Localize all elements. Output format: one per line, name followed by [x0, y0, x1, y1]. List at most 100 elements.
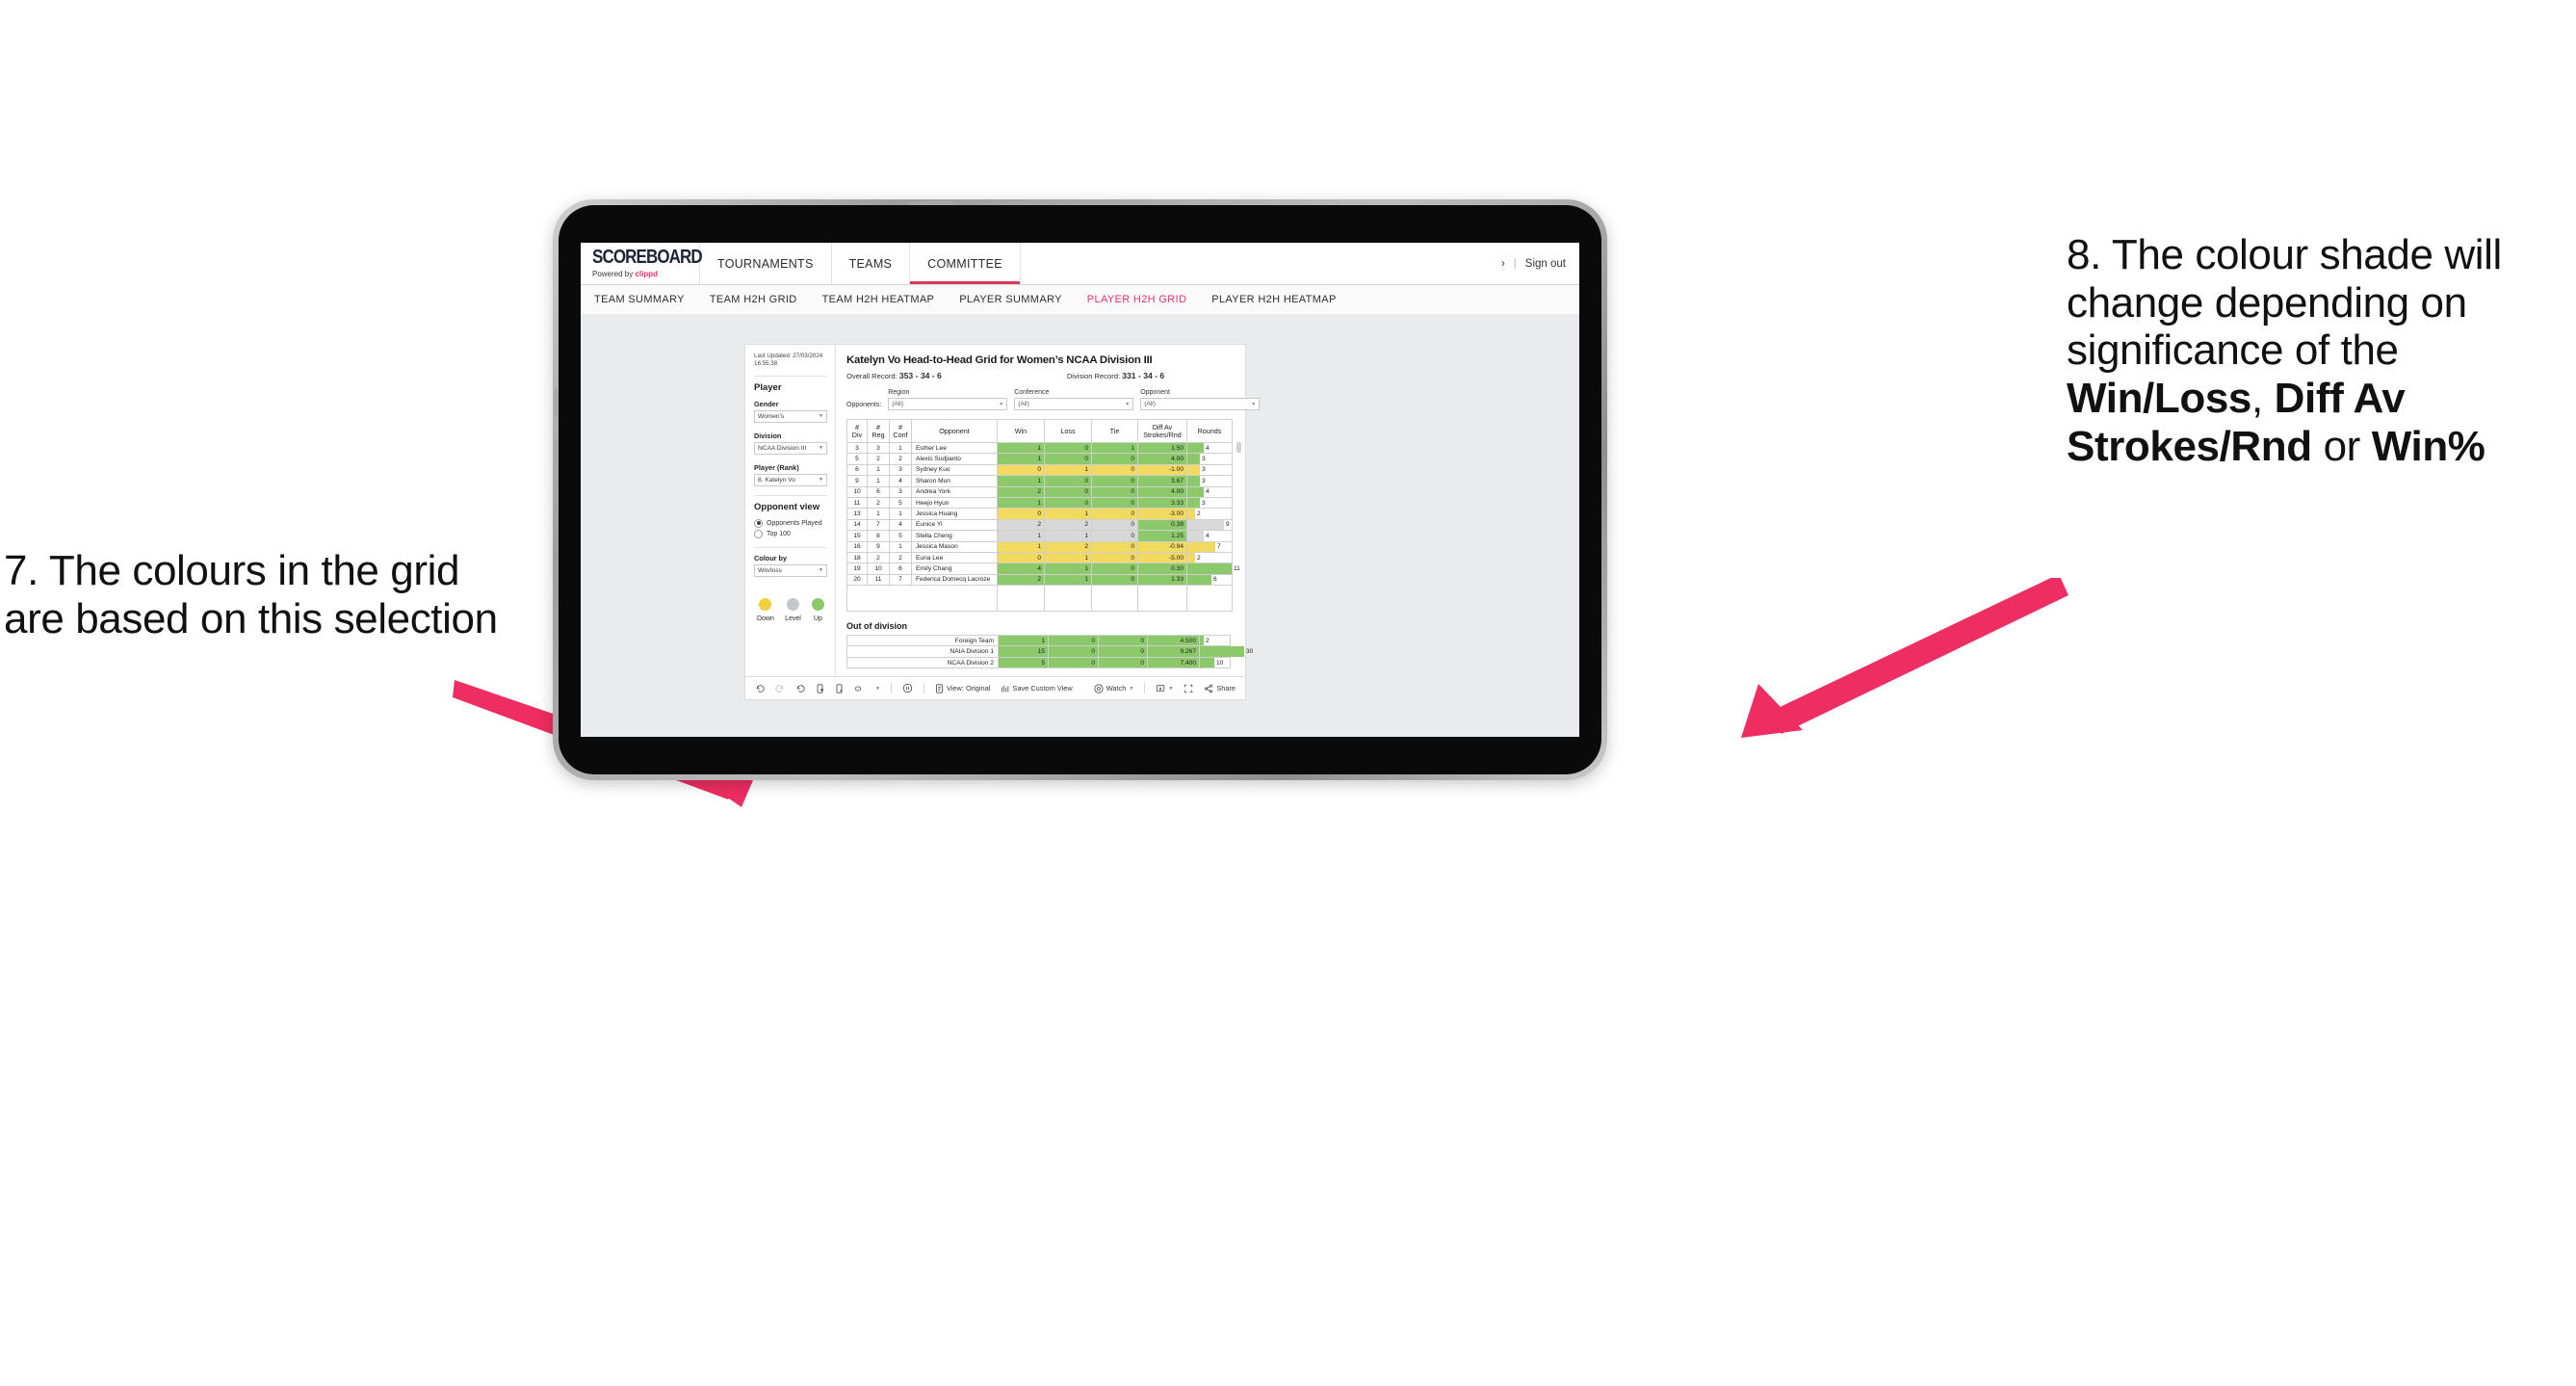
col-win[interactable]: Win [997, 419, 1045, 443]
cell-conf: 2 [889, 551, 912, 564]
col-reg[interactable]: # Reg [867, 419, 890, 443]
subnav-team-summary[interactable]: TEAM SUMMARY [594, 294, 685, 305]
cell-reg: 1 [867, 463, 890, 477]
revert-icon[interactable] [795, 684, 805, 693]
radio-top-100[interactable]: Top 100 [754, 529, 827, 538]
table-row[interactable]: 10 6 3 Andrea York 2 0 0 4.00 4 [846, 485, 1233, 498]
radio-top-100-label: Top 100 [767, 530, 791, 537]
chevron-down-icon[interactable]: ▼ [875, 686, 880, 692]
cell-opponent: Federica Domecq Lacroze [911, 573, 998, 587]
filter-opponent-select[interactable]: (All) ▼ [1140, 398, 1261, 410]
table-row[interactable]: 15 8 5 Stella Cheng 1 1 0 1.25 4 [846, 530, 1233, 542]
chevron-right-icon[interactable]: › [1501, 258, 1505, 270]
brand-tagline: Powered by clippd [592, 270, 699, 278]
col-loss[interactable]: Loss [1044, 419, 1092, 443]
subnav-team-h2h-heatmap[interactable]: TEAM H2H HEATMAP [822, 294, 935, 305]
grid-scrollbar[interactable] [1236, 442, 1241, 453]
view-original-button[interactable]: View: Original [935, 683, 991, 693]
col-tie[interactable]: Tie [1091, 419, 1138, 443]
cell-div: 9 [846, 475, 868, 487]
table-row[interactable]: 14 7 4 Eunice Yi 2 2 0 0.38 9 [846, 518, 1233, 532]
table-row[interactable]: 19 10 6 Emily Chang 4 1 0 0.30 11 [846, 562, 1240, 575]
cell-diff: 3.67 [1137, 475, 1187, 487]
subnav-player-summary[interactable]: PLAYER SUMMARY [959, 294, 1062, 305]
legend-label-up: Up [814, 615, 822, 622]
cell-ood-loss: 0 [1048, 656, 1099, 669]
table-row[interactable]: 11 2 5 Heejo Hyun 1 0 0 3.33 3 [846, 496, 1233, 510]
player-rank-select[interactable]: 8. Katelyn Vo ▼ [754, 473, 827, 486]
legend-item-up: Up [811, 597, 824, 622]
col-rounds[interactable]: Rounds [1186, 419, 1233, 443]
cell-ood-name: NCAA Division 2 [846, 656, 999, 669]
table-row[interactable]: 5 2 2 Alexis Sudjianto 1 0 0 4.00 3 [846, 453, 1233, 465]
table-row[interactable]: 20 11 7 Federica Domecq Lacroze 2 1 0 1.33 6 [846, 573, 1233, 587]
filter-conference-select[interactable]: (All) ▼ [1014, 398, 1134, 410]
out-of-division-row[interactable]: NCAA Division 2 5 0 0 7.400 10 [846, 656, 1231, 669]
cell-diff: 1.50 [1137, 441, 1187, 455]
subnav-player-h2h-grid[interactable]: PLAYER H2H GRID [1087, 294, 1186, 305]
cell-tie: 0 [1091, 453, 1138, 465]
refresh-data-icon[interactable] [816, 683, 824, 693]
legend-label-down: Down [757, 615, 774, 622]
cell-loss: 0 [1044, 485, 1092, 498]
cell-opponent: Eunice Yi [911, 518, 998, 532]
sign-out-link[interactable]: Sign out [1525, 258, 1566, 270]
col-div[interactable]: # Div [846, 419, 868, 443]
undo-icon[interactable] [755, 684, 765, 693]
table-row[interactable]: 13 1 1 Jessica Huang 0 1 0 -3.00 2 [846, 508, 1233, 520]
subnav-player-h2h-heatmap[interactable]: PLAYER H2H HEATMAP [1211, 294, 1336, 305]
share-button[interactable]: Share [1204, 684, 1236, 693]
cell-reg: 1 [867, 475, 890, 487]
divider-2 [754, 494, 827, 496]
cell-opponent: Sydney Kuo [911, 463, 998, 477]
out-of-division-row[interactable]: Foreign Team 1 0 0 4.500 2 [846, 635, 1231, 647]
cell-rounds: 7 [1186, 540, 1233, 553]
player-rank-value: 8. Katelyn Vo [758, 476, 795, 484]
table-row[interactable]: 9 1 4 Sharon Mun 1 0 0 3.67 3 [846, 475, 1233, 487]
cell-rounds: 6 [1186, 573, 1233, 587]
footer-diff [1137, 585, 1187, 613]
record-row: Overall Record: 353 - 34 - 6 Division Re… [846, 371, 1235, 380]
cell-win: 2 [997, 518, 1045, 532]
brand-logo[interactable]: SCOREBOARD Powered by clippd [581, 243, 703, 284]
nav-teams[interactable]: TEAMS [832, 243, 911, 284]
rounds-bar [1187, 541, 1215, 552]
cell-diff: -1.00 [1137, 463, 1187, 477]
cell-ood-loss: 0 [1048, 645, 1099, 658]
table-row[interactable]: 16 9 1 Jessica Mason 1 2 0 -0.94 7 [846, 540, 1233, 553]
col-conf[interactable]: # Conf [889, 419, 912, 443]
table-row[interactable]: 3 3 1 Esther Lee 1 0 1 1.50 4 [846, 441, 1233, 455]
col-diff[interactable]: Diff Av Strokes/Rnd [1137, 419, 1187, 443]
subnav-team-h2h-grid[interactable]: TEAM H2H GRID [710, 294, 797, 305]
highlight-icon[interactable] [854, 684, 865, 693]
h2h-grid-table: # Div # Reg # Conf Opponent Win Loss Tie Di… [846, 419, 1240, 613]
overall-record-value: 353 - 34 - 6 [898, 371, 942, 380]
chevron-down-icon: ▼ [819, 477, 823, 484]
table-row[interactable]: 18 2 2 Euna Lee 0 1 0 -5.00 2 [846, 551, 1233, 564]
gender-select[interactable]: Women’s ▼ [754, 409, 827, 423]
cell-tie: 0 [1091, 508, 1138, 520]
cell-conf: 5 [889, 530, 912, 542]
share-label: Share [1216, 684, 1236, 693]
fullscreen-icon[interactable] [1184, 684, 1193, 693]
table-row[interactable]: 6 1 3 Sydney Kuo 0 1 0 -1.00 3 [846, 463, 1233, 477]
save-custom-view-button[interactable]: Save Custom View [1001, 684, 1073, 693]
nav-committee[interactable]: COMMITTEE [910, 243, 1021, 284]
watch-button[interactable]: Watch ▼ [1094, 683, 1133, 693]
radio-opponents-played[interactable]: Opponents Played [754, 518, 827, 528]
pause-updates-icon[interactable] [835, 683, 844, 693]
chevron-down-icon: ▼ [819, 445, 823, 452]
cell-loss: 1 [1044, 562, 1092, 575]
col-opponent[interactable]: Opponent [911, 419, 998, 443]
colour-by-select[interactable]: Win/loss ▼ [754, 563, 827, 577]
nav-tournaments[interactable]: TOURNAMENTS [700, 243, 832, 284]
pause-auto-update-icon[interactable] [902, 683, 913, 693]
division-select[interactable]: NCAA Division III ▼ [754, 441, 827, 455]
redo-icon[interactable] [775, 684, 785, 693]
cell-ood-name: Foreign Team [846, 635, 999, 647]
view-original-label: View: Original [946, 684, 991, 693]
download-button[interactable]: ▼ [1156, 684, 1173, 693]
rounds-bar [1187, 574, 1211, 586]
out-of-division-row[interactable]: NAIA Division 1 15 0 0 9.267 30 [846, 645, 1253, 658]
filter-region-select[interactable]: (All) ▼ [888, 398, 1008, 410]
